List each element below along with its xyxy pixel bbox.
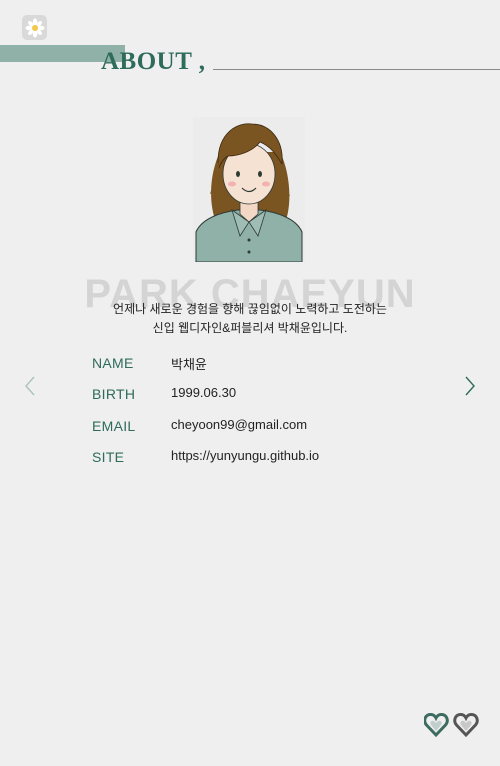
- chevron-left-icon[interactable]: [20, 374, 40, 398]
- info-value-birth: 1999.06.30: [171, 385, 237, 400]
- info-label-email: EMAIL: [92, 418, 136, 434]
- info-label-name: NAME: [92, 355, 134, 371]
- title-divider: [213, 69, 500, 70]
- daisy-icon: [24, 17, 45, 38]
- profile-avatar: [193, 117, 305, 262]
- info-value-email[interactable]: cheyoon99@gmail.com: [171, 417, 307, 432]
- info-value-site[interactable]: https://yunyungu.github.io: [171, 448, 319, 463]
- intro-text: 언제나 새로운 경험을 향해 끊임없이 노력하고 도전하는 신입 웹디자인&퍼블…: [0, 300, 500, 338]
- intro-line-1: 언제나 새로운 경험을 향해 끊임없이 노력하고 도전하는: [113, 302, 387, 316]
- heart-icon: [453, 712, 479, 738]
- info-label-birth: BIRTH: [92, 386, 136, 402]
- intro-line-2: 신입 웹디자인&퍼블리셔 박채윤입니다.: [152, 321, 348, 335]
- chevron-right-icon[interactable]: [460, 374, 480, 398]
- section-title: ABOUT ,: [101, 48, 206, 75]
- info-value-name: 박채윤: [171, 357, 207, 372]
- heart-icon: [424, 712, 449, 738]
- app-icon[interactable]: [22, 15, 47, 40]
- info-label-site: SITE: [92, 449, 125, 465]
- hearts-decoration: [424, 712, 479, 738]
